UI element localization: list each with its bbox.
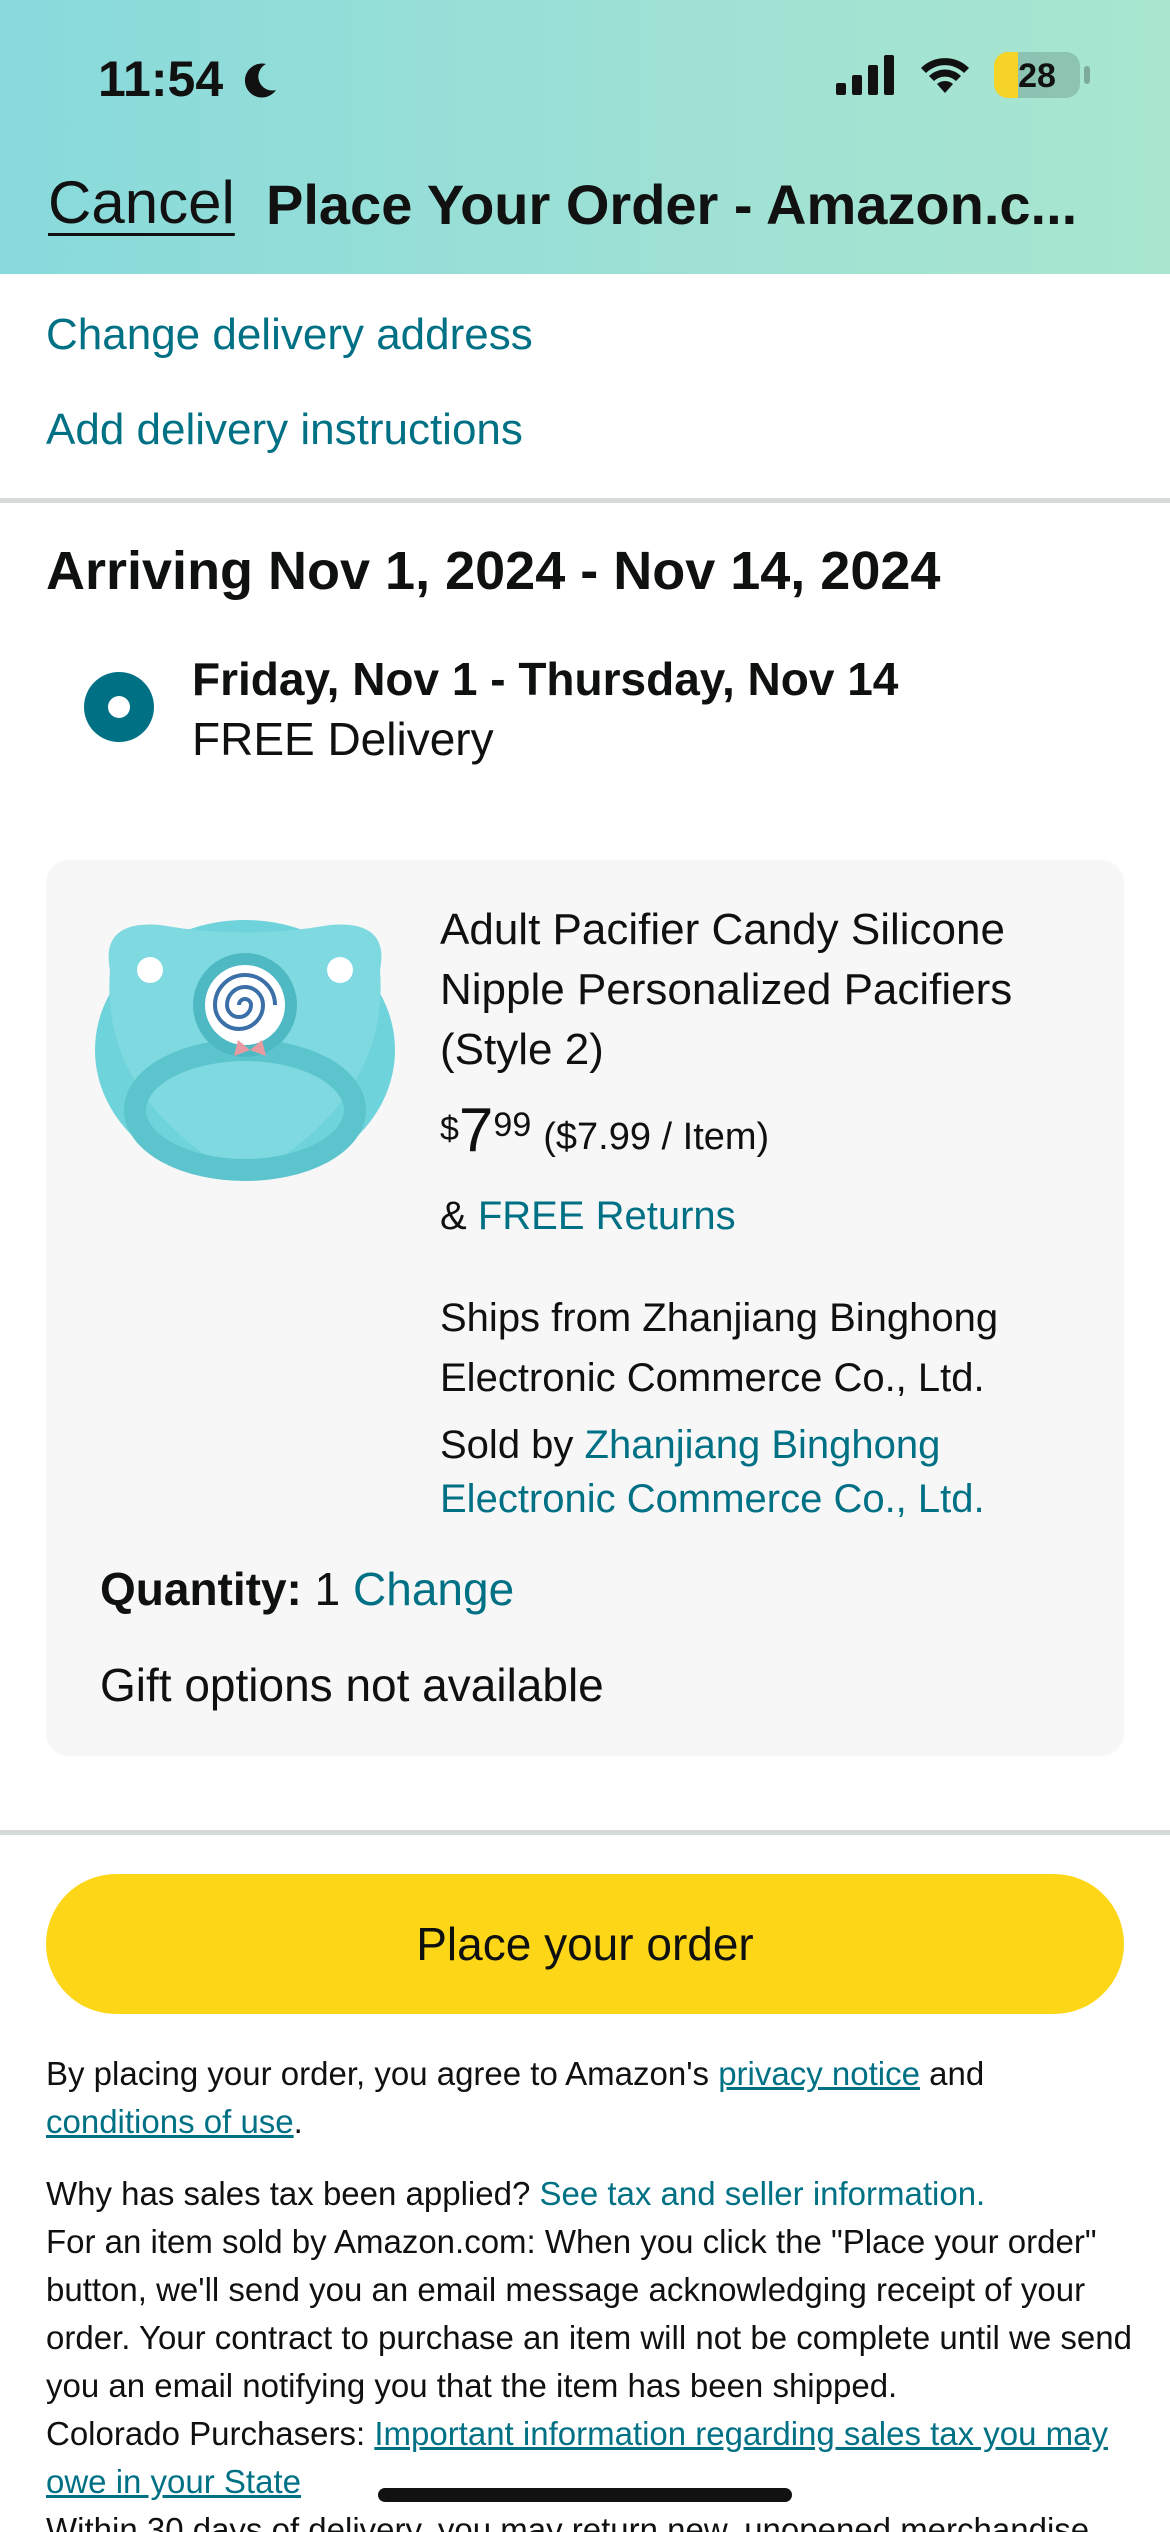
battery-percent: 28 [1018, 57, 1056, 95]
section-divider [0, 1830, 1170, 1835]
cellular-signal-icon [836, 55, 894, 95]
agree-prefix: By placing your order, you agree to Amaz… [46, 2055, 710, 2092]
privacy-notice-link[interactable]: privacy notice [718, 2055, 920, 2092]
tax-seller-info-link[interactable]: See tax and seller information. [539, 2175, 985, 2212]
wifi-icon [921, 58, 969, 93]
quantity-value: 1 [314, 1563, 341, 1615]
conditions-of-use-link[interactable]: conditions of use [46, 2103, 294, 2140]
battery-nub [1084, 66, 1090, 84]
product-image[interactable] [90, 900, 400, 1190]
delivery-option-label[interactable]: FREE Delivery [192, 712, 494, 766]
product-price: $ 7 99 ($7.99 / Item) [440, 1100, 769, 1162]
price-fraction: 99 [493, 1106, 532, 1144]
gift-options-text: Gift options not available [100, 1659, 604, 1711]
colorado-prefix: Colorado Purchasers: [46, 2415, 366, 2452]
quantity-row: Quantity: 1 Change [100, 1562, 514, 1616]
status-time: 11:54 [98, 51, 224, 107]
arriving-heading: Arriving Nov 1, 2024 - Nov 14, 2024 [46, 541, 941, 601]
ships-from: Ships from Zhanjiang Binghong Electronic… [440, 1296, 999, 1400]
moon-icon [244, 63, 276, 98]
returns-policy-text: Within 30 days of delivery, you may retu… [46, 2511, 1090, 2532]
price-currency: $ [440, 1110, 459, 1148]
agreement-text: By placing your order, you agree to Amaz… [46, 2050, 1136, 2146]
contract-text: For an item sold by Amazon.com: When you… [46, 2223, 1132, 2404]
product-name[interactable]: Adult Pacifier Candy Silicone Nipple Per… [440, 900, 1100, 1080]
quantity-label: Quantity: [100, 1563, 302, 1615]
returns-prefix: & [440, 1194, 467, 1238]
price-per-item: ($7.99 / Item) [543, 1116, 770, 1158]
header: 11:54 28 Cancel Place Your Order - Amazo… [0, 0, 1170, 274]
free-returns-link[interactable]: FREE Returns [478, 1194, 736, 1238]
status-icons: 28 [836, 52, 1090, 98]
free-returns: & FREE Returns [440, 1194, 736, 1239]
price-whole: 7 [458, 1096, 494, 1165]
battery-icon: 28 [994, 52, 1080, 98]
add-delivery-instructions-link[interactable]: Add delivery instructions [46, 405, 523, 455]
cancel-button[interactable]: Cancel [48, 168, 235, 237]
quantity-change-link[interactable]: Change [353, 1563, 514, 1615]
change-delivery-address-link[interactable]: Change delivery address [46, 310, 533, 360]
section-divider [0, 498, 1170, 503]
home-indicator [378, 2488, 792, 2502]
delivery-option-radio[interactable] [84, 672, 154, 742]
agree-period: . [293, 2103, 303, 2140]
tax-and-contract-text: Why has sales tax been applied? See tax … [46, 2170, 1136, 2532]
sold-by-prefix: Sold by [440, 1423, 574, 1467]
tax-question: Why has sales tax been applied? [46, 2175, 531, 2212]
page-title: Place Your Order - Amazon.c... [266, 173, 1078, 236]
sold-by: Sold by Zhanjiang Binghong Electronic Co… [440, 1418, 1080, 1526]
place-order-button[interactable]: Place your order [46, 1874, 1124, 2014]
delivery-option-dates[interactable]: Friday, Nov 1 - Thursday, Nov 14 [192, 652, 898, 706]
agree-and: and [929, 2055, 985, 2092]
